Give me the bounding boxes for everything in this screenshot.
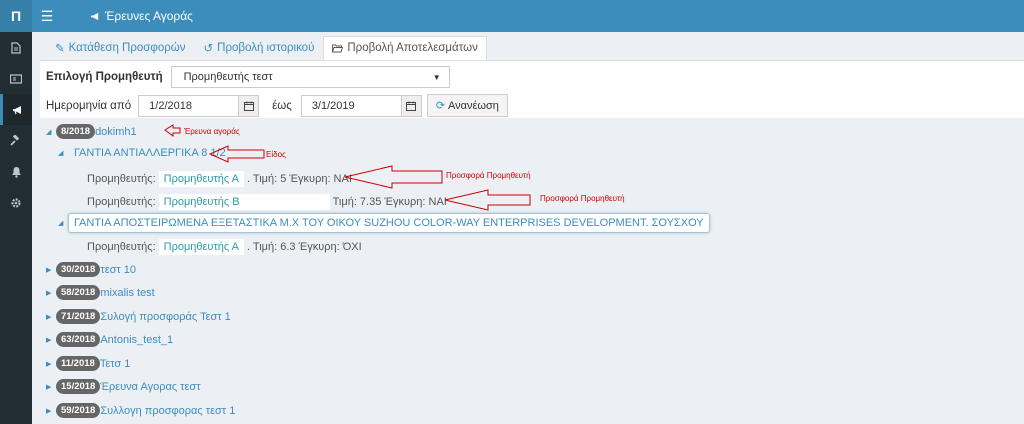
research-label[interactable]: Συλλογη προσφορας τεστ 1 — [100, 405, 235, 417]
research-label[interactable]: Συλογή προσφοράς Τεστ 1 — [100, 311, 230, 323]
page-title: Έρευνες Αγοράς — [90, 9, 193, 23]
tab-submit-offers[interactable]: ✎ Κατάθεση Προσφορών — [46, 36, 195, 60]
offer-supplier[interactable]: Προμηθευτής Α — [158, 171, 245, 187]
menu-toggle-icon[interactable]: ☰ — [32, 8, 62, 25]
main-content: ✎ Κατάθεση Προσφορών ↺ Προβολή ιστορικού… — [32, 32, 1024, 424]
offer-details: . Τιμή: 6.3 Έγκυρη: ΌΧΙ — [247, 241, 362, 253]
pencil-icon: ✎ — [55, 43, 65, 55]
tab-label: Προβολή Αποτελεσμάτων — [347, 42, 478, 54]
tree-node-research[interactable]: ▶ 58/2018 mixalis test — [46, 285, 155, 300]
document-icon[interactable] — [0, 32, 32, 63]
offer-details: Τιμή: 7.35 Έγκυρη: ΝΑΙ — [332, 196, 447, 208]
expand-triangle-icon[interactable]: ◢ — [46, 128, 56, 136]
history-icon: ↺ — [203, 43, 214, 55]
item-label[interactable]: ΓΑΝΤΙΑ ΑΠΟΣΤΕΙΡΩΜΕΝΑ ΕΞΕΤΑΣΤΙΚΑ Μ.Χ ΤΟΥ … — [68, 213, 710, 233]
sidebar: Π — [0, 0, 32, 424]
research-badge: 71/2018 — [56, 309, 101, 324]
refresh-button[interactable]: ⟳ Ανανέωση — [426, 94, 508, 117]
date-to-value[interactable]: 3/1/2019 — [302, 96, 401, 116]
megaphone-icon[interactable] — [0, 94, 32, 125]
supplier-select[interactable]: Προμηθευτής τεστ ▼ — [170, 66, 450, 88]
calendar-icon[interactable] — [238, 95, 259, 116]
expand-triangle-icon[interactable]: ◢ — [58, 149, 68, 157]
collapse-triangle-icon[interactable]: ▶ — [46, 383, 56, 391]
date-to-field[interactable]: 3/1/2019 — [300, 94, 422, 117]
research-label[interactable]: dokimh1 — [95, 126, 137, 138]
item-label[interactable]: ΓΑΝΤΙΑ ΑΝΤΙΑΛΛΕΡΓΙΚΑ 8 1/2 — [74, 147, 226, 159]
bell-icon[interactable] — [0, 156, 32, 187]
tree-node-research[interactable]: ◢ 8/2018 dokimh1 — [46, 124, 137, 139]
tree-node-item[interactable]: ◢ ΓΑΝΤΙΑ ΑΝΤΙΑΛΛΕΡΓΙΚΑ 8 1/2 — [58, 147, 226, 159]
collapse-triangle-icon[interactable]: ▶ — [46, 336, 56, 344]
research-label[interactable]: τεστ 10 — [100, 264, 136, 276]
tree-node-research[interactable]: ▶ 59/2018 Συλλογη προσφορας τεστ 1 — [46, 403, 235, 418]
date-to-label: έως — [272, 99, 292, 112]
offer-prefix: Προμηθευτής: — [87, 196, 156, 208]
collapse-triangle-icon[interactable]: ▶ — [46, 289, 56, 297]
app-logo[interactable]: Π — [0, 0, 32, 32]
offer-details: . Τιμή: 5 Έγκυρη: ΝΑΙ — [247, 173, 352, 185]
tree-node-research[interactable]: ▶ 15/2018 Έρευνα Αγορας τεστ — [46, 379, 201, 394]
collapse-triangle-icon[interactable]: ▶ — [46, 407, 56, 415]
header-title-text: Έρευνες Αγοράς — [105, 9, 193, 23]
research-badge: 63/2018 — [56, 332, 101, 347]
offer-prefix: Προμηθευτής: — [87, 173, 156, 185]
offer-supplier[interactable]: Προμηθευτής Α — [158, 239, 245, 255]
tree-node-offer[interactable]: Προμηθευτής: Προμηθευτής Α . Τιμή: 5 Έγκ… — [87, 171, 352, 187]
research-badge: 8/2018 — [56, 124, 96, 139]
tab-results[interactable]: Προβολή Αποτελεσμάτων — [323, 36, 487, 60]
research-label[interactable]: Έρευνα Αγορας τεστ — [100, 381, 200, 393]
collapse-triangle-icon[interactable]: ▶ — [46, 266, 56, 274]
date-from-field[interactable]: 1/2/2018 — [138, 94, 260, 117]
filter-panel: Επιλογή Προμηθευτή Προμηθευτής τεστ ▼ Ημ… — [40, 60, 1024, 118]
date-from-value[interactable]: 1/2/2018 — [139, 96, 238, 116]
collapse-triangle-icon[interactable]: ▶ — [46, 313, 56, 321]
supplier-select-value: Προμηθευτής τεστ — [183, 71, 273, 83]
research-label[interactable]: Antonis_test_1 — [100, 334, 173, 346]
tab-label: Κατάθεση Προσφορών — [68, 42, 186, 54]
date-from-label: Ημερομηνία από — [46, 99, 132, 112]
tree-node-research[interactable]: ▶ 30/2018 τεστ 10 — [46, 262, 136, 277]
offer-supplier[interactable]: Προμηθευτής Β — [158, 194, 330, 210]
research-badge: 11/2018 — [56, 356, 100, 371]
top-header: ☰ Έρευνες Αγοράς — [32, 0, 1024, 32]
id-card-icon[interactable] — [0, 63, 32, 94]
research-badge: 15/2018 — [56, 379, 101, 394]
refresh-icon: ⟳ — [435, 100, 446, 112]
gear-icon[interactable] — [0, 187, 32, 218]
tree-node-research[interactable]: ▶ 71/2018 Συλογή προσφοράς Τεστ 1 — [46, 309, 231, 324]
tab-bar: ✎ Κατάθεση Προσφορών ↺ Προβολή ιστορικού… — [46, 36, 487, 60]
refresh-label: Ανανέωση — [448, 99, 499, 112]
research-badge: 58/2018 — [56, 285, 101, 300]
folder-open-icon — [332, 44, 344, 52]
tab-history[interactable]: ↺ Προβολή ιστορικού — [195, 36, 324, 60]
tree-node-offer[interactable]: Προμηθευτής: Προμηθευτής Β Τιμή: 7.35 Έγ… — [87, 194, 447, 210]
tree-node-research[interactable]: ▶ 63/2018 Antonis_test_1 — [46, 332, 173, 347]
research-label[interactable]: mixalis test — [100, 287, 154, 299]
tree-node-item[interactable]: ◢ ΓΑΝΤΙΑ ΑΠΟΣΤΕΙΡΩΜΕΝΑ ΕΞΕΤΑΣΤΙΚΑ Μ.Χ ΤΟ… — [58, 213, 710, 233]
supplier-select-label: Επιλογή Προμηθευτή — [46, 71, 163, 83]
offer-prefix: Προμηθευτής: — [87, 241, 156, 253]
caret-down-icon: ▼ — [432, 72, 441, 82]
research-badge: 30/2018 — [56, 262, 101, 277]
calendar-icon[interactable] — [400, 95, 421, 116]
tree-node-offer[interactable]: Προμηθευτής: Προμηθευτής Α . Τιμή: 6.3 Έ… — [87, 239, 362, 255]
gavel-icon[interactable] — [0, 125, 32, 156]
collapse-triangle-icon[interactable]: ▶ — [46, 360, 56, 368]
annotation-offer: Προσφορά Προμηθευτή — [540, 194, 625, 203]
research-label[interactable]: Τετσ 1 — [100, 358, 131, 370]
annotation-item: Είδος — [266, 150, 286, 159]
tree-node-research[interactable]: ▶ 11/2018 Τετσ 1 — [46, 356, 130, 371]
research-badge: 59/2018 — [56, 403, 101, 418]
expand-triangle-icon[interactable]: ◢ — [58, 219, 68, 227]
annotation-research: Έρευνα αγοράς — [184, 127, 240, 136]
annotation-offer: Προσφορά Προμηθευτή — [446, 171, 531, 180]
tab-label: Προβολή ιστορικού — [217, 42, 315, 54]
megaphone-icon — [91, 12, 99, 20]
